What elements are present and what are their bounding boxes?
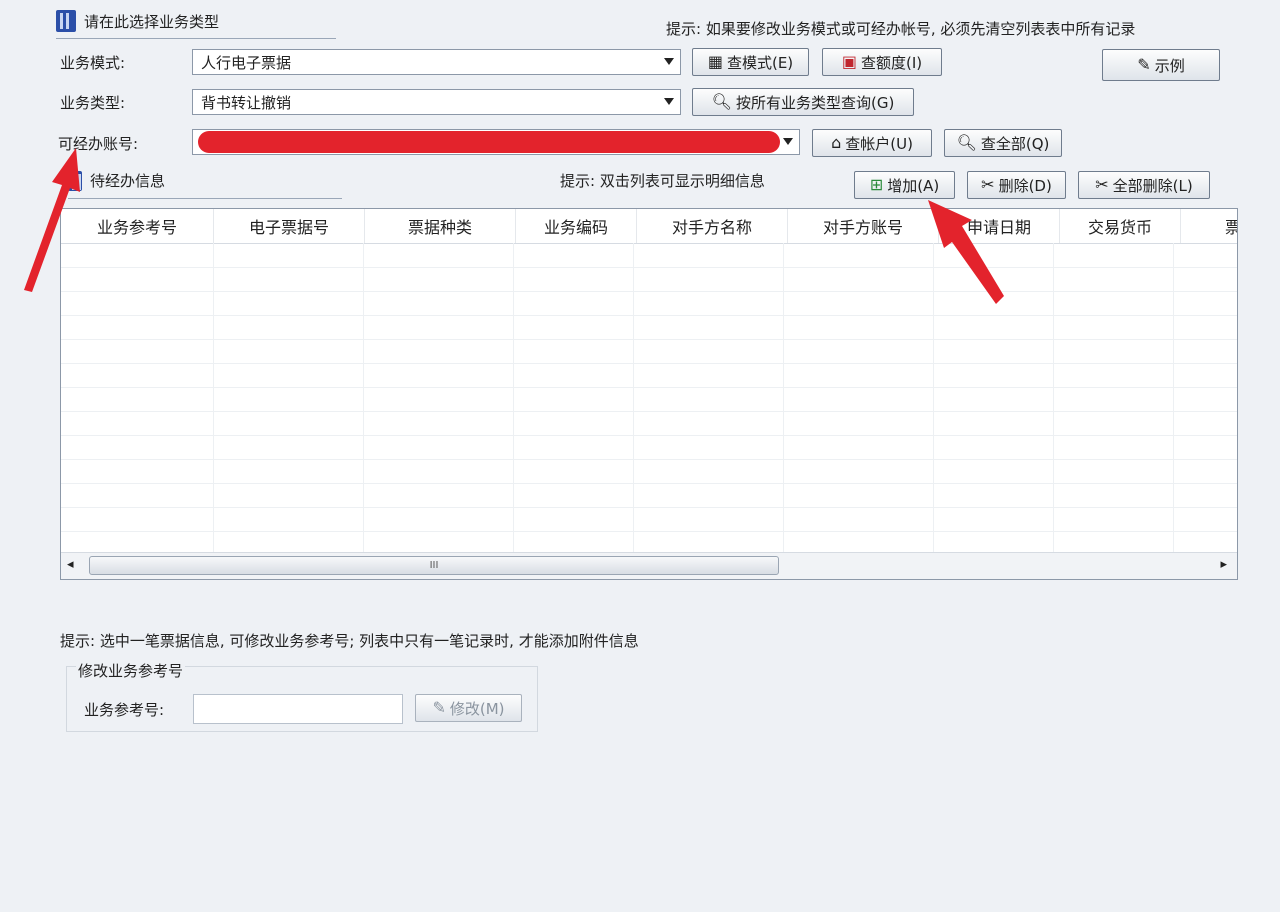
query-limit-button[interactable]: ▣ 查额度(I) (822, 48, 942, 76)
mode-select-value: 人行电子票据 (201, 53, 292, 72)
table-body[interactable] (61, 243, 1237, 553)
scroll-right-icon[interactable]: ▸ (1220, 557, 1227, 572)
table-header: 业务参考号 电子票据号 票据种类 业务编码 对手方名称 对手方账号 申请日期 交… (61, 209, 1237, 244)
section-title: 请在此选择业务类型 (84, 12, 220, 31)
edit-icon: ✎ (432, 698, 446, 717)
type-select-value: 背书转让撤销 (201, 93, 292, 112)
column-header[interactable]: 电子票据号 (214, 209, 365, 243)
query-mode-button[interactable]: ▦ 查模式(E) (692, 48, 809, 76)
column-header[interactable]: 票 (1181, 209, 1237, 243)
mode-label: 业务模式: (60, 54, 126, 72)
double-click-hint: 提示: 双击列表可显示明细信息 (560, 172, 765, 190)
annotation-arrow-right (928, 200, 1004, 304)
scissors-icon: ✂ (1095, 175, 1109, 194)
search-icon: 🔍︎ (711, 92, 732, 111)
grid-icon: ▦ (707, 52, 723, 71)
modify-button[interactable]: ✎ 修改(M) (415, 694, 522, 722)
column-header[interactable]: 交易货币 (1060, 209, 1181, 243)
pending-list-table[interactable]: 业务参考号 电子票据号 票据种类 业务编码 对手方名称 对手方账号 申请日期 交… (60, 208, 1238, 580)
query-all-button[interactable]: 🔍︎ 查全部(Q) (944, 129, 1062, 157)
modify-ref-group-title: 修改业务参考号 (76, 660, 186, 681)
section-divider (68, 198, 342, 199)
horizontal-scrollbar[interactable]: ◂ III ▸ (61, 552, 1237, 579)
query-account-button[interactable]: ⌂ 查帐户(U) (812, 129, 932, 157)
search-doc-icon: 🔍︎ (956, 133, 977, 152)
book-icon (56, 10, 76, 32)
delete-all-button[interactable]: ✂ 全部删除(L) (1078, 171, 1210, 199)
pending-section-title: 待经办信息 (90, 172, 166, 190)
column-header[interactable]: 票据种类 (365, 209, 516, 243)
query-by-type-button[interactable]: 🔍︎ 按所有业务类型查询(G) (692, 88, 914, 116)
limit-icon: ▣ (841, 52, 857, 71)
chevron-down-icon[interactable] (783, 138, 793, 145)
mode-select[interactable]: 人行电子票据 (192, 49, 681, 75)
scrollbar-thumb[interactable]: III (89, 556, 779, 575)
ref-input[interactable] (193, 694, 403, 724)
grip-icon: III (429, 560, 439, 571)
edit-doc-icon: ✎ (1137, 55, 1151, 74)
redaction-mark (198, 131, 780, 153)
annotation-arrow-left (24, 148, 80, 292)
type-label: 业务类型: (60, 94, 126, 112)
section-divider (56, 38, 336, 39)
type-select[interactable]: 背书转让撤销 (192, 89, 681, 115)
account-icon: ⌂ (831, 133, 842, 152)
modify-ref-hint: 提示: 选中一笔票据信息, 可修改业务参考号; 列表中只有一笔记录时, 才能添加… (60, 632, 639, 650)
chevron-down-icon[interactable] (664, 98, 674, 105)
example-button[interactable]: ✎ 示例 (1102, 49, 1220, 81)
clear-list-hint: 提示: 如果要修改业务模式或可经办帐号, 必须先清空列表表中所有记录 (666, 20, 1136, 38)
column-header[interactable]: 对手方名称 (637, 209, 788, 243)
scroll-left-icon[interactable]: ◂ (67, 557, 74, 572)
column-header[interactable]: 业务编码 (516, 209, 637, 243)
add-icon: ⊞ (869, 175, 884, 194)
chevron-down-icon[interactable] (664, 58, 674, 65)
ref-label: 业务参考号: (84, 701, 165, 719)
select-business-type-header: 请在此选择业务类型 (56, 10, 219, 32)
